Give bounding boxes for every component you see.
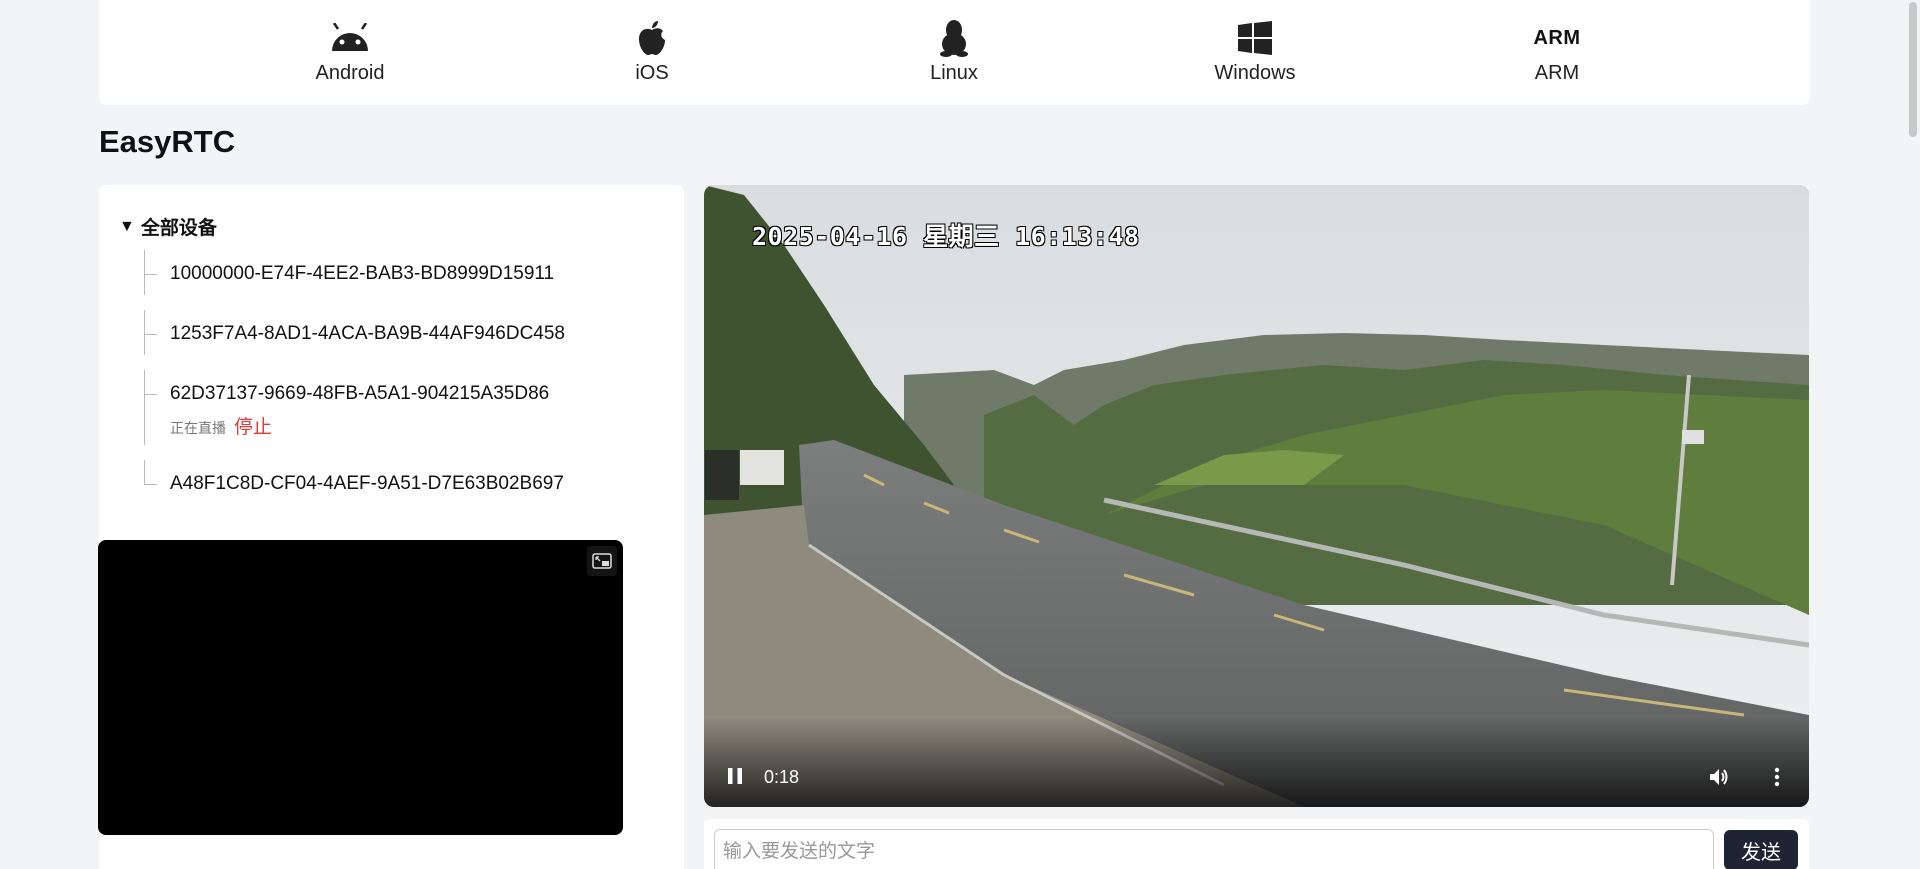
device-item[interactable]: 1253F7A4-8AD1-4ACA-BA9B-44AF946DC458 <box>144 310 664 355</box>
more-options-icon[interactable] <box>1773 767 1781 787</box>
picture-in-picture-icon <box>592 553 612 569</box>
page-title: EasyRTC <box>99 124 236 159</box>
platform-label: ARM <box>1534 62 1580 84</box>
platform-label: iOS <box>635 62 669 84</box>
arm-icon: ARM <box>1533 26 1581 49</box>
volume-icon[interactable] <box>1709 767 1731 787</box>
platform-arm[interactable]: ARM ARM <box>1477 20 1637 85</box>
platform-windows[interactable]: Windows <box>1175 20 1335 85</box>
device-item-live[interactable]: 62D37137-9669-48FB-A5A1-904215A35D86 正在直… <box>144 370 664 445</box>
windows-icon <box>1238 20 1272 56</box>
device-tree-root-label: 全部设备 <box>140 218 217 239</box>
platform-label: Windows <box>1214 62 1296 84</box>
caret-down-icon: ▼ <box>119 217 135 235</box>
scrollbar-thumb[interactable] <box>1909 2 1917 137</box>
picture-in-picture-button[interactable] <box>587 546 617 576</box>
send-button[interactable]: 发送 <box>1724 830 1798 869</box>
platform-android[interactable]: Android <box>270 20 430 85</box>
platform-label: Android <box>315 62 385 84</box>
device-tree-root[interactable]: ▼ 全部设备 <box>119 213 217 240</box>
apple-icon <box>636 20 668 56</box>
elapsed-time: 0:18 <box>764 767 800 787</box>
platform-linux[interactable]: Linux <box>874 20 1034 85</box>
live-status: 正在直播 <box>170 420 226 436</box>
platform-bar: Android iOS Linux Windows ARM ARM <box>99 0 1810 105</box>
device-id: 10000000-E74F-4EE2-BAB3-BD8999D15911 <box>170 263 555 284</box>
message-input[interactable] <box>714 829 1714 869</box>
platform-label: Linux <box>930 62 978 84</box>
device-id: 62D37137-9669-48FB-A5A1-904215A35D86 <box>170 383 550 404</box>
pause-icon[interactable] <box>726 767 744 785</box>
main-video-player[interactable]: 2025-04-16 星期三 16:13:48 0:18 <box>704 185 1809 807</box>
chat-bar: 发送 <box>704 819 1809 869</box>
video-frame <box>704 185 1809 807</box>
page-scrollbar[interactable] <box>1906 0 1920 869</box>
android-icon <box>329 20 371 56</box>
device-item[interactable]: A48F1C8D-CF04-4AEF-9A51-D7E63B02B697 <box>144 460 664 494</box>
video-controls: 0:18 <box>704 717 1809 807</box>
osd-timestamp: 2025-04-16 星期三 16:13:48 <box>752 222 1140 251</box>
device-item[interactable]: 10000000-E74F-4EE2-BAB3-BD8999D15911 <box>144 250 664 295</box>
device-id: A48F1C8D-CF04-4AEF-9A51-D7E63B02B697 <box>170 473 564 494</box>
linux-icon <box>938 20 970 57</box>
local-video[interactable] <box>98 540 623 835</box>
stop-button[interactable]: 停止 <box>234 412 272 439</box>
platform-ios[interactable]: iOS <box>572 20 732 85</box>
device-id: 1253F7A4-8AD1-4ACA-BA9B-44AF946DC458 <box>170 323 565 344</box>
